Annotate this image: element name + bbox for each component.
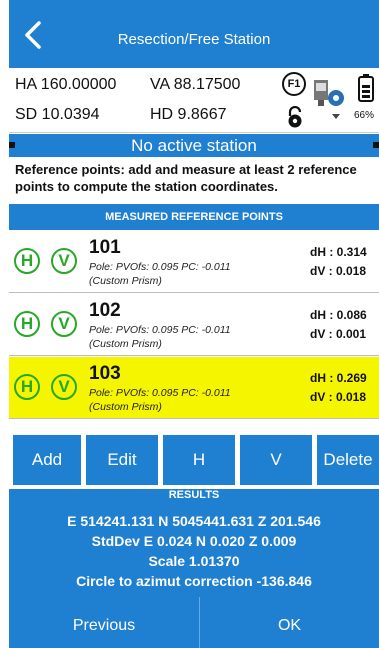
edit-button[interactable]: Edit bbox=[86, 435, 158, 485]
results-title: RESULTS bbox=[168, 489, 220, 501]
h-toggle-icon[interactable]: H bbox=[14, 248, 40, 274]
section-header: MEASURED REFERENCE POINTS bbox=[9, 204, 379, 230]
va-value: VA 88.17500 bbox=[150, 76, 241, 93]
point-pole-info: Pole: PVOfs: 0.095 PC: -0.011 bbox=[89, 387, 231, 399]
point-row-102[interactable]: H V 102 Pole: PVOfs: 0.095 PC: -0.011 (C… bbox=[9, 294, 379, 356]
point-row-101[interactable]: H V 101 Pole: PVOfs: 0.095 PC: -0.011 (C… bbox=[9, 231, 379, 293]
results-panel: RESULTS E 514241.131 N 5045441.631 Z 201… bbox=[9, 489, 379, 597]
instrument-settings-icon[interactable] bbox=[312, 76, 348, 126]
right-arrow-icon[interactable] bbox=[373, 142, 379, 148]
point-dh: dH : 0.269 bbox=[310, 371, 367, 385]
point-pole-info: Pole: PVOfs: 0.095 PC: -0.011 bbox=[89, 324, 231, 336]
point-prism: (Custom Prism) bbox=[89, 338, 162, 350]
hd-value: HD 9.8667 bbox=[150, 106, 227, 123]
ha-value: HA 160.00000 bbox=[15, 76, 117, 93]
f1-button[interactable]: F1 bbox=[282, 72, 306, 96]
unlock-icon[interactable] bbox=[285, 106, 305, 128]
add-button[interactable]: Add bbox=[13, 435, 81, 485]
station-status-bar: No active station bbox=[9, 134, 379, 157]
measurement-panel: HA 160.00000 VA 88.17500 SD 10.0394 HD 9… bbox=[9, 68, 379, 133]
instructions-text: Reference points: add and measure at lea… bbox=[15, 162, 357, 194]
point-prism: (Custom Prism) bbox=[89, 275, 162, 287]
point-name: 102 bbox=[89, 300, 121, 321]
point-pole-info: Pole: PVOfs: 0.095 PC: -0.011 bbox=[89, 261, 231, 273]
point-name: 103 bbox=[89, 363, 121, 384]
results-azimuth-correction: Circle to azimut correction -136.846 bbox=[76, 573, 312, 589]
point-row-103[interactable]: H V 103 Pole: PVOfs: 0.095 PC: -0.011 (C… bbox=[9, 357, 379, 419]
app-bar: Resection/Free Station bbox=[9, 0, 379, 68]
battery-percent: 66% bbox=[353, 110, 374, 121]
point-name: 101 bbox=[89, 237, 121, 258]
point-dv: dV : 0.001 bbox=[310, 327, 367, 341]
point-dv: dV : 0.018 bbox=[310, 390, 367, 404]
point-dh: dH : 0.314 bbox=[310, 245, 367, 259]
h-toggle-icon[interactable]: H bbox=[14, 311, 40, 337]
h-button[interactable]: H bbox=[163, 435, 235, 485]
point-dh: dH : 0.086 bbox=[310, 308, 367, 322]
results-stddev: StdDev E 0.024 N 0.020 Z 0.009 bbox=[91, 533, 297, 549]
point-prism: (Custom Prism) bbox=[89, 401, 162, 413]
h-toggle-icon[interactable]: H bbox=[14, 374, 40, 400]
page-title: Resection/Free Station bbox=[117, 31, 271, 48]
sd-value: SD 10.0394 bbox=[15, 106, 100, 123]
left-arrow-icon[interactable] bbox=[9, 142, 15, 148]
station-status: No active station bbox=[131, 136, 257, 155]
v-button[interactable]: V bbox=[240, 435, 312, 485]
v-toggle-icon[interactable]: V bbox=[51, 374, 77, 400]
ok-button[interactable]: OK bbox=[200, 597, 379, 648]
results-coordinates: E 514241.131 N 5045441.631 Z 201.546 bbox=[67, 513, 321, 529]
resection-screen: Resection/Free Station HA 160.00000 VA 8… bbox=[9, 0, 379, 648]
v-toggle-icon[interactable]: V bbox=[51, 311, 77, 337]
bottom-nav: Previous OK bbox=[9, 597, 379, 648]
previous-button[interactable]: Previous bbox=[9, 597, 199, 648]
action-bar: Add Edit H V Delete bbox=[9, 431, 379, 489]
v-toggle-icon[interactable]: V bbox=[51, 248, 77, 274]
battery-icon bbox=[358, 74, 374, 102]
results-scale: Scale 1.01370 bbox=[148, 553, 240, 569]
delete-button[interactable]: Delete bbox=[317, 435, 379, 485]
point-dv: dV : 0.018 bbox=[310, 264, 367, 278]
